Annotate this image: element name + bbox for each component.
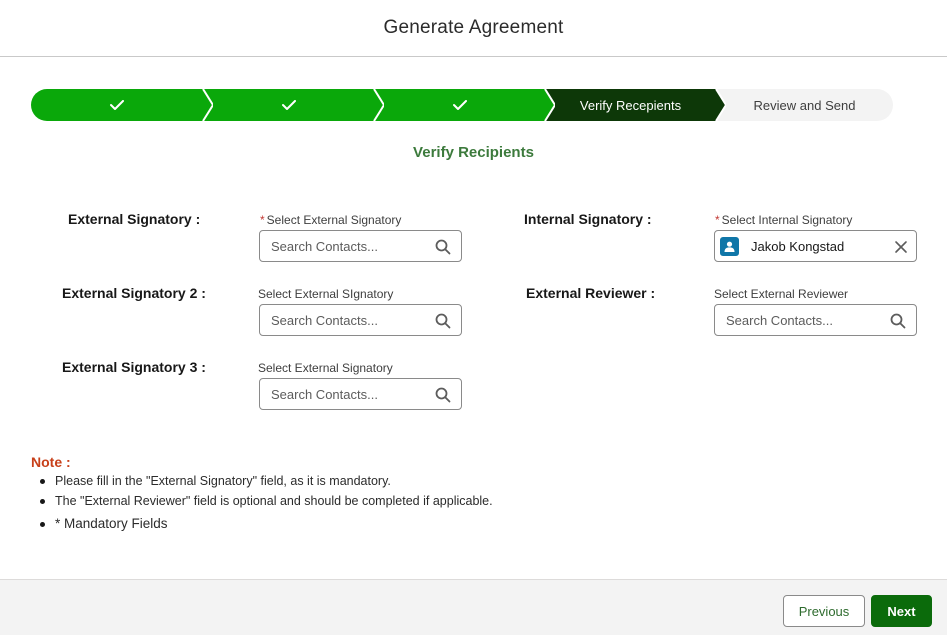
path-step-label: Verify Recepients [579, 97, 682, 113]
internal-signatory-caption: * Select Internal Signatory [715, 213, 853, 227]
next-button[interactable]: Next [871, 595, 932, 627]
path-chevron [714, 89, 726, 121]
internal-signatory-label: Internal Signatory : [524, 211, 652, 227]
external-signatory-3-field[interactable] [259, 378, 462, 410]
external-signatory-search-input[interactable] [271, 238, 431, 254]
required-marker: * [715, 213, 720, 227]
note-title: Note : [31, 454, 71, 470]
external-signatory-caption: * Select External Signatory [260, 213, 402, 227]
note-item: Please fill in the "External Signatory" … [38, 473, 493, 493]
external-signatory-3-caption: Select External Signatory [258, 361, 393, 375]
checkmark-icon [281, 100, 296, 110]
path-step-3[interactable] [374, 89, 555, 121]
path-chevron [543, 89, 555, 121]
search-icon [435, 239, 451, 255]
external-signatory-2-caption: Select External SIgnatory [258, 287, 394, 301]
path-step-verify-recipients[interactable]: Verify Recepients [545, 89, 726, 121]
path-step-2[interactable] [203, 89, 384, 121]
page-title: Generate Agreement [383, 17, 564, 38]
close-icon[interactable] [894, 240, 908, 254]
progress-path: Verify Recepients Review and Send [31, 89, 893, 121]
external-signatory-label: External Signatory : [68, 211, 201, 227]
path-chevron [201, 89, 213, 121]
external-reviewer-caption: Select External Reviewer [714, 287, 849, 301]
path-step-label: Review and Send [753, 97, 856, 113]
path-chevron [372, 89, 384, 121]
external-signatory-3-search-input[interactable] [271, 386, 431, 402]
section-title: Verify Recipients [413, 144, 534, 161]
search-icon [435, 387, 451, 403]
external-signatory-2-field[interactable] [259, 304, 462, 336]
search-icon [890, 313, 906, 329]
required-marker: * [260, 213, 265, 227]
modal-header: Generate Agreement [0, 0, 947, 57]
checkmark-icon [110, 100, 124, 110]
previous-button[interactable]: Previous [783, 595, 865, 627]
note-item: The "External Reviewer" field is optiona… [38, 493, 493, 513]
external-reviewer-label: External Reviewer : [526, 285, 656, 301]
external-signatory-3-label: External Signatory 3 : [62, 359, 206, 375]
path-step-review-and-send[interactable]: Review and Send [716, 89, 893, 121]
external-signatory-2-label: External Signatory 2 : [62, 285, 206, 301]
note-list: Please fill in the "External Signatory" … [38, 473, 493, 535]
modal-footer: Previous Next [0, 579, 947, 635]
note-item: * Mandatory Fields [38, 513, 493, 535]
checkmark-icon [452, 100, 467, 110]
internal-signatory-field[interactable]: Jakob Kongstad [714, 230, 917, 262]
selected-contact-name: Jakob Kongstad [751, 239, 845, 254]
search-icon [435, 313, 451, 329]
path-step-1[interactable] [31, 89, 213, 121]
contact-avatar-icon [720, 237, 739, 256]
external-reviewer-search-input[interactable] [726, 312, 886, 328]
external-signatory-2-search-input[interactable] [271, 312, 431, 328]
external-reviewer-field[interactable] [714, 304, 917, 336]
external-signatory-field[interactable] [259, 230, 462, 262]
